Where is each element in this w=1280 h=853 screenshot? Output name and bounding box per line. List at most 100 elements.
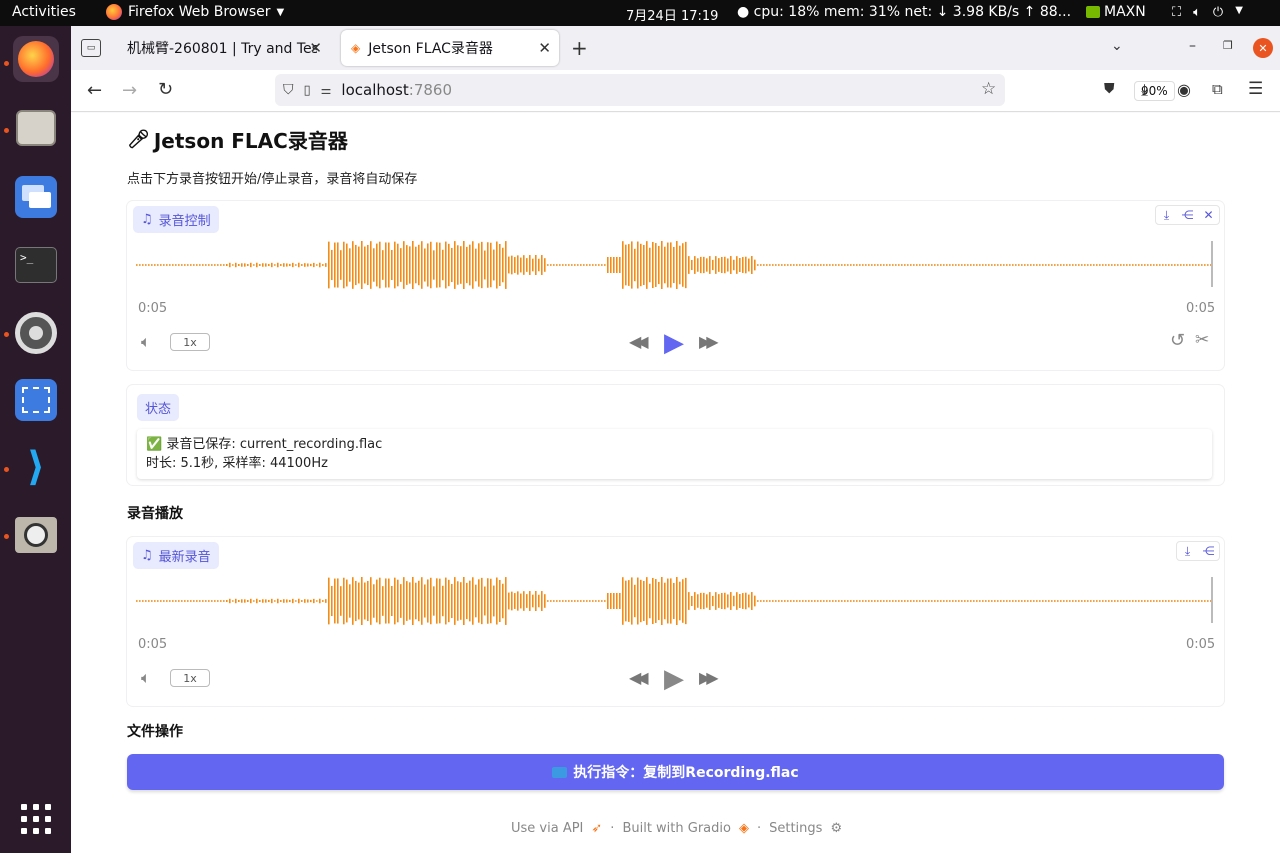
tab-label: 机械臂-260801 | Try and Test: [127, 41, 317, 57]
waveform-bar: [757, 600, 759, 602]
share-icon[interactable]: ⋲: [1177, 206, 1198, 224]
extensions-icon[interactable]: ⧉: [1212, 80, 1223, 98]
waveform-bar: [1135, 264, 1137, 266]
waveform-bar: [1111, 600, 1113, 602]
power-icon[interactable]: ⏻: [1213, 5, 1223, 20]
waveform-bar: [1150, 264, 1152, 266]
waveform-bar: [505, 577, 507, 625]
rewind-icon[interactable]: ◀◀: [629, 332, 648, 351]
player-label: ♫ 最新录音: [133, 542, 219, 569]
downloads-icon[interactable]: ⤓: [1141, 80, 1148, 100]
waveform-bar: [718, 594, 720, 608]
network-icon[interactable]: ⛶: [1172, 5, 1181, 20]
play-icon[interactable]: ▶: [664, 664, 684, 694]
tab-robot-arm[interactable]: 机械臂-260801 | Try and Test ✕: [117, 30, 330, 66]
waveform-bar: [718, 258, 720, 272]
files-icon[interactable]: [13, 105, 59, 151]
app-grid-icon[interactable]: [13, 796, 59, 842]
waveform-bar: [892, 264, 894, 266]
screenshot-icon[interactable]: [13, 377, 59, 423]
system-tray[interactable]: ⛶ 🔈︎ ⏻ ▼: [1172, 5, 1243, 20]
reload-icon[interactable]: ↻: [158, 79, 173, 100]
back-icon[interactable]: ←: [87, 80, 102, 101]
playback-speed-button[interactable]: 1x: [170, 333, 210, 351]
waveform-bar: [676, 577, 678, 625]
waveform-bar: [538, 594, 540, 608]
waveform-bar: [787, 264, 789, 266]
page-icon: ▯: [303, 82, 311, 98]
waveform-bar: [760, 264, 762, 266]
firefox-dock-icon[interactable]: [13, 36, 59, 82]
forward-icon[interactable]: →: [122, 80, 137, 101]
waveform-bar: [1195, 600, 1197, 602]
close-tab-icon[interactable]: ✕: [538, 39, 551, 57]
clock[interactable]: 7月24日 17:19: [626, 5, 718, 24]
bookmark-star-icon[interactable]: ☆: [981, 79, 996, 99]
share-icon[interactable]: ⋲: [1198, 542, 1219, 560]
reset-icon[interactable]: ↺: [1170, 330, 1185, 351]
waveform-bar: [763, 264, 765, 266]
fast-forward-icon[interactable]: ▶▶: [699, 668, 718, 687]
waveform-bar: [814, 600, 816, 602]
copy-recording-button[interactable]: 执行指令：复制到Recording.flac: [127, 754, 1224, 790]
url-bar[interactable]: ⛉ ▯ ⚌ localhost :7860 90% ☆: [275, 74, 1175, 106]
settings-icon[interactable]: [13, 310, 59, 356]
permissions-icon[interactable]: ⚌: [321, 83, 332, 97]
menu-icon[interactable]: ☰: [1248, 79, 1263, 99]
activities-button[interactable]: Activities: [12, 4, 76, 20]
waveform-bar: [358, 246, 360, 284]
waveform-bar: [991, 264, 993, 266]
waveform-bar: [805, 600, 807, 602]
close-tab-icon[interactable]: ✕: [309, 39, 322, 57]
waveform-bar: [844, 264, 846, 266]
use-via-api-link[interactable]: Use via API: [511, 821, 583, 836]
tab-jetson-recorder[interactable]: ◈ Jetson FLAC录音器 ✕: [341, 30, 559, 66]
image-viewer-icon[interactable]: [13, 512, 59, 558]
playback-speed-button[interactable]: 1x: [170, 669, 210, 687]
status-textbox[interactable]: ✅ 录音已保存: current_recording.flac 时长: 5.1秒…: [137, 429, 1212, 479]
app-menu[interactable]: Firefox Web Browser ▼: [106, 4, 284, 20]
shield-icon[interactable]: ⛉: [283, 82, 294, 98]
volume-icon[interactable]: 🔈︎: [141, 332, 151, 352]
close-window-icon[interactable]: ✕: [1253, 38, 1273, 58]
built-with-gradio-link[interactable]: Built with Gradio: [622, 821, 731, 836]
volume-icon[interactable]: 🔈︎: [141, 668, 151, 688]
play-icon[interactable]: ▶: [664, 328, 684, 358]
power-mode-indicator[interactable]: MAXN: [1086, 4, 1146, 20]
waveform-bar: [883, 264, 885, 266]
waveform-bar: [628, 580, 630, 622]
waveform-bar: [1066, 600, 1068, 602]
vscode-icon[interactable]: ⟩: [13, 444, 59, 490]
chevron-down-icon[interactable]: ▼: [1235, 5, 1243, 20]
waveform-bar: [856, 264, 858, 266]
download-icon[interactable]: ⤓: [1156, 206, 1177, 224]
waveform-bar: [1177, 264, 1179, 266]
new-tab-icon[interactable]: +: [571, 36, 588, 60]
recorder-waveform[interactable]: [136, 237, 1216, 293]
waveform-bar: [880, 264, 882, 266]
player-waveform[interactable]: [136, 573, 1216, 629]
download-icon[interactable]: ⤓: [1177, 542, 1198, 560]
maximize-icon[interactable]: ❐: [1223, 39, 1233, 52]
workspaces-icon[interactable]: [13, 174, 59, 220]
volume-icon[interactable]: 🔈︎: [1193, 5, 1201, 20]
rewind-icon[interactable]: ◀◀: [629, 668, 648, 687]
list-tabs-icon[interactable]: ⌄: [1111, 38, 1123, 54]
waveform-bar: [868, 600, 870, 602]
tab-overview-icon[interactable]: ▭: [81, 39, 101, 57]
fast-forward-icon[interactable]: ▶▶: [699, 332, 718, 351]
settings-link[interactable]: Settings: [769, 821, 822, 836]
waveform-bar: [1015, 600, 1017, 602]
pocket-icon[interactable]: ⛊: [1104, 81, 1115, 97]
minimize-icon[interactable]: –: [1189, 38, 1196, 54]
waveform-bar: [694, 256, 696, 274]
waveform-bar: [553, 264, 555, 266]
account-icon[interactable]: ◉: [1177, 80, 1191, 99]
terminal-icon[interactable]: >_: [13, 242, 59, 288]
waveform-bar: [658, 581, 660, 621]
clear-icon[interactable]: ✕: [1198, 206, 1219, 224]
waveform-bar: [1168, 600, 1170, 602]
waveform-bar: [949, 264, 951, 266]
trim-scissors-icon[interactable]: ✂: [1195, 330, 1209, 350]
waveform-bar: [697, 258, 699, 272]
